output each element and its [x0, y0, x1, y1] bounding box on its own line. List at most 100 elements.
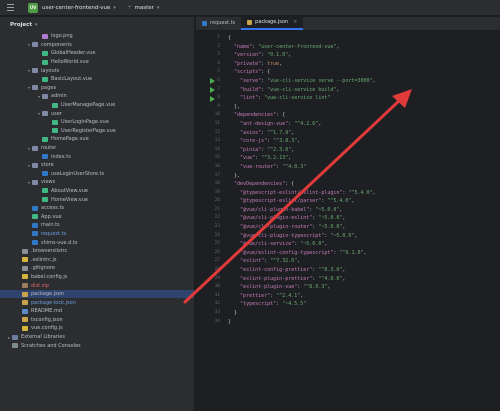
project-panel-title[interactable]: Project ▾ [0, 17, 194, 32]
tree-item[interactable]: ▾ components [0, 41, 194, 50]
tree-item[interactable]: dist.zip [0, 281, 194, 290]
tree-item[interactable]: .browserslistrc [0, 247, 194, 256]
line-number: 32 [214, 301, 220, 307]
code-line[interactable]: "ant-design-vue": "^4.2.6", [228, 120, 500, 129]
code-line[interactable]: "devDependencies": { [228, 180, 500, 189]
tree-item[interactable]: tsconfig.json [0, 316, 194, 325]
code-line[interactable]: "eslint-plugin-prettier": "^4.0.0", [228, 275, 500, 284]
close-icon[interactable]: × [293, 19, 297, 25]
tree-item[interactable]: request.ts [0, 230, 194, 239]
tree-item[interactable]: ▾ router [0, 144, 194, 153]
tree-item[interactable]: index.ts [0, 152, 194, 161]
line-number: 34 [214, 318, 220, 324]
vue-file-icon [52, 119, 58, 125]
code-line[interactable]: "eslint-config-prettier": "^8.3.0", [228, 266, 500, 275]
ts-file-icon [42, 154, 48, 160]
tree-item[interactable]: ▾ store [0, 161, 194, 170]
code-line[interactable]: }, [228, 103, 500, 112]
tree-item[interactable]: main.ts [0, 221, 194, 230]
tree-item[interactable]: vue.config.js [0, 324, 194, 333]
tree-item[interactable]: ▾ pages [0, 84, 194, 93]
code-line[interactable]: "eslint-plugin-vue": "^8.0.3", [228, 283, 500, 292]
tree-item[interactable]: UserLoginPage.vue [0, 118, 194, 127]
code-line[interactable]: "axios": "^1.7.9", [228, 129, 500, 138]
code-line[interactable]: }, [228, 172, 500, 181]
line-number: 28 [214, 267, 220, 273]
tree-item[interactable]: Scratches and Consoles [0, 341, 194, 350]
code-line[interactable]: } [228, 309, 500, 318]
tree-item[interactable]: .eslintrc.js [0, 255, 194, 264]
tree-item-label: user [51, 110, 62, 117]
tree-item[interactable]: logo.png [0, 32, 194, 41]
code-line[interactable]: "serve": "vue-cli-service serve --port=3… [228, 77, 500, 86]
tree-item-label: BasicLayout.vue [51, 76, 93, 83]
chevron-down-icon[interactable]: ▾ [113, 5, 116, 11]
tree-item[interactable]: AboutView.vue [0, 187, 194, 196]
code-line[interactable]: "scripts": { [228, 68, 500, 77]
code-line[interactable]: "build": "vue-cli-service build", [228, 86, 500, 95]
code-line[interactable]: "typescript": "~4.5.5" [228, 300, 500, 309]
tree-item[interactable]: babel.config.js [0, 273, 194, 282]
line-number: 11 [214, 120, 220, 126]
tree-item[interactable]: UserManagePage.vue [0, 101, 194, 110]
hamburger-menu-icon[interactable] [4, 2, 18, 14]
code-line[interactable]: "private": true, [228, 60, 500, 69]
tree-item[interactable]: UserRegisterPage.vue [0, 127, 194, 136]
code-line[interactable]: "@vue/cli-plugin-babel": "~5.0.0", [228, 206, 500, 215]
tree-item[interactable]: ▾ layouts [0, 66, 194, 75]
editor-tab[interactable]: package.json × [241, 16, 304, 30]
run-script-icon[interactable] [210, 78, 215, 85]
panel-title-label: Project [10, 21, 33, 28]
code-line[interactable]: "eslint": "^7.32.0", [228, 257, 500, 266]
code-line[interactable]: "vue-router": "^4.0.3" [228, 163, 500, 172]
line-number: 2 [217, 43, 220, 49]
code-line[interactable]: "@typescript-eslint/parser": "^5.4.0", [228, 197, 500, 206]
tree-item[interactable]: .gitignore [0, 264, 194, 273]
json-file-icon [247, 19, 253, 25]
project-badge[interactable]: UV [28, 2, 38, 13]
code-line[interactable]: "@typescript-eslint/eslint-plugin": "^5.… [228, 189, 500, 198]
code-line[interactable]: "lint": "vue-cli-service lint" [228, 94, 500, 103]
code-line[interactable]: "version": "0.1.0", [228, 51, 500, 60]
code-line[interactable]: "@vue/cli-plugin-router": "~5.0.0", [228, 223, 500, 232]
tree-item[interactable]: HelloWorld.vue [0, 58, 194, 67]
code-line[interactable]: "core-js": "^3.8.3", [228, 137, 500, 146]
code-line[interactable]: } [228, 318, 500, 327]
code-line[interactable]: "vue": "^3.2.13", [228, 154, 500, 163]
code-line[interactable]: "@vue/cli-service": "~5.0.0", [228, 240, 500, 249]
code-line[interactable]: "@vue/cli-plugin-typescript": "~5.0.0", [228, 232, 500, 241]
code-line[interactable]: "@vue/eslint-config-typescript": "^9.1.0… [228, 249, 500, 258]
chevron-down-icon[interactable]: ▾ [157, 5, 160, 11]
code-line[interactable]: { [228, 34, 500, 43]
code-lines[interactable]: { "name": "user-center-frontend-vue", "v… [228, 34, 500, 326]
project-name[interactable]: user-center-frontend-vue [42, 5, 110, 11]
run-script-icon[interactable] [210, 95, 215, 102]
chevron-down-icon[interactable]: ▾ [35, 22, 38, 28]
code-line[interactable]: "@vue/cli-plugin-eslint": "~5.0.0", [228, 214, 500, 223]
tree-item[interactable]: ▸ External Libraries [0, 333, 194, 342]
tree-item[interactable]: GlobalHeader.vue [0, 49, 194, 58]
tree-item[interactable]: HomePage.vue [0, 135, 194, 144]
tree-item[interactable]: ▾ views [0, 178, 194, 187]
line-number: 10 [214, 112, 220, 118]
editor-tab[interactable]: request.ts [196, 16, 241, 30]
editor-area: request.ts package.json × 1 2 3 4 5 6 7 8 9 10 11 12 1… [196, 16, 500, 411]
branch-name[interactable]: master [135, 5, 154, 11]
tree-item[interactable]: ▾ user [0, 109, 194, 118]
tree-item[interactable]: README.md [0, 307, 194, 316]
code-line[interactable]: "pinia": "^2.3.0", [228, 146, 500, 155]
tree-item[interactable]: access.ts [0, 204, 194, 213]
tree-item[interactable]: BasicLayout.vue [0, 75, 194, 84]
tree-item[interactable]: shims-vue.d.ts [0, 238, 194, 247]
tree-item[interactable]: ▾ admin [0, 92, 194, 101]
tree-item[interactable]: package-lock.json [0, 298, 194, 307]
tree-item[interactable]: package.json [0, 289, 194, 299]
ts-file-icon [42, 171, 48, 177]
tree-item[interactable]: App.vue [0, 212, 194, 221]
code-line[interactable]: "prettier": "^2.4.1", [228, 292, 500, 301]
run-script-icon[interactable] [210, 86, 215, 93]
code-line[interactable]: "dependencies": { [228, 111, 500, 120]
tree-item[interactable]: useLoginUserStore.ts [0, 170, 194, 179]
tree-item[interactable]: HomeView.vue [0, 195, 194, 204]
code-line[interactable]: "name": "user-center-frontend-vue", [228, 43, 500, 52]
